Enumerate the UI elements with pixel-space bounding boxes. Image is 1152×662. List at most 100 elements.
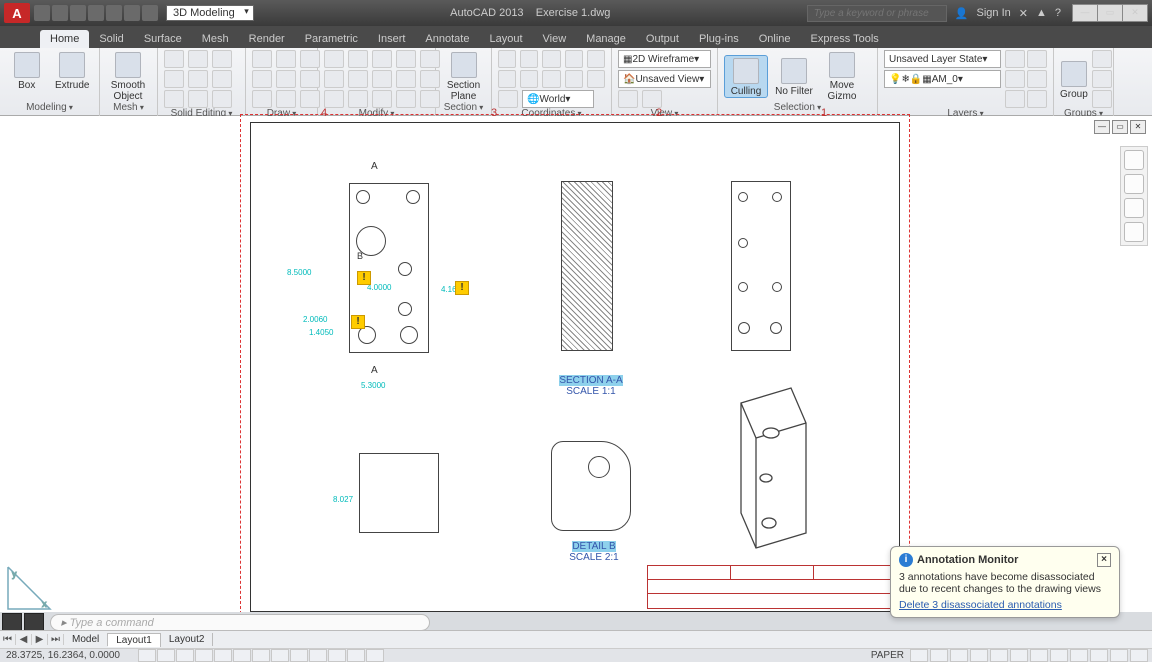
ucs-dropdown[interactable]: 🌐 World ▾: [522, 90, 594, 108]
minimize-button[interactable]: —: [1072, 4, 1098, 22]
tab-mesh[interactable]: Mesh: [192, 30, 239, 48]
warning-icon[interactable]: !: [455, 281, 469, 295]
modify-btn[interactable]: [396, 70, 416, 88]
status-btn[interactable]: [950, 649, 968, 662]
tab-first-icon[interactable]: ⏮: [0, 634, 16, 645]
tab-solid[interactable]: Solid: [89, 30, 133, 48]
status-btn[interactable]: [1050, 649, 1068, 662]
box-button[interactable]: Box: [6, 50, 48, 91]
maximize-button[interactable]: ▭: [1097, 4, 1123, 22]
am-toggle[interactable]: [366, 649, 384, 662]
status-btn[interactable]: [930, 649, 948, 662]
movegizmo-button[interactable]: Move Gizmo: [820, 50, 864, 102]
close-button[interactable]: ✕: [1122, 4, 1148, 22]
status-btn[interactable]: [970, 649, 988, 662]
group-btn[interactable]: [1092, 70, 1112, 88]
modify-btn[interactable]: [396, 50, 416, 68]
coord-btn[interactable]: [498, 90, 518, 108]
modify-btn[interactable]: [348, 50, 368, 68]
modify-btn[interactable]: [372, 70, 392, 88]
dyn-toggle[interactable]: [271, 649, 289, 662]
orbit-icon[interactable]: [1124, 198, 1144, 218]
modify-btn[interactable]: [372, 90, 392, 108]
nofilter-button[interactable]: No Filter: [772, 56, 816, 97]
status-btn[interactable]: [1110, 649, 1128, 662]
view-btn[interactable]: [618, 90, 638, 108]
drawing-area[interactable]: — ▭ ✕ 4 3 2 1 8.5000 2.0060 1.4050 5.300…: [0, 116, 1152, 618]
exchange-icon[interactable]: ✕: [1019, 7, 1028, 20]
doc-close-button[interactable]: ✕: [1130, 120, 1146, 134]
layer-btn[interactable]: [1005, 50, 1025, 68]
annotation-close-button[interactable]: ×: [1097, 553, 1111, 567]
tab-render[interactable]: Render: [239, 30, 295, 48]
osnap-toggle[interactable]: [214, 649, 232, 662]
tab-home[interactable]: Home: [40, 30, 89, 48]
tab-view[interactable]: View: [533, 30, 577, 48]
qat-save-icon[interactable]: [70, 5, 86, 21]
warning-icon[interactable]: !: [357, 271, 371, 285]
ucs-icon[interactable]: yx: [4, 563, 54, 616]
coord-btn[interactable]: [542, 50, 560, 68]
draw-btn[interactable]: [252, 90, 272, 108]
modify-btn[interactable]: [348, 70, 368, 88]
coord-btn[interactable]: [587, 70, 605, 88]
status-btn[interactable]: [1030, 649, 1048, 662]
ducs-toggle[interactable]: [252, 649, 270, 662]
layer-btn[interactable]: [1005, 70, 1025, 88]
grid-toggle[interactable]: [157, 649, 175, 662]
command-input[interactable]: ▸ Type a command: [50, 614, 430, 631]
annotation-delete-link[interactable]: Delete 3 disassociated annotations: [899, 599, 1111, 611]
layer-btn[interactable]: [1027, 90, 1047, 108]
solidedit-btn[interactable]: [188, 50, 208, 68]
tab-online[interactable]: Online: [749, 30, 801, 48]
doc-max-button[interactable]: ▭: [1112, 120, 1128, 134]
warning-icon[interactable]: !: [351, 315, 365, 329]
status-btn[interactable]: [1070, 649, 1088, 662]
solidedit-btn[interactable]: [212, 50, 232, 68]
steering-icon[interactable]: [1124, 222, 1144, 242]
draw-btn[interactable]: [300, 90, 320, 108]
tpy-toggle[interactable]: [309, 649, 327, 662]
status-btn[interactable]: [1090, 649, 1108, 662]
status-btn[interactable]: [990, 649, 1008, 662]
search-input[interactable]: [807, 5, 947, 22]
draw-btn[interactable]: [300, 50, 320, 68]
namedview-dropdown[interactable]: 🏠 Unsaved View ▾: [618, 70, 711, 88]
tab-last-icon[interactable]: ⏭: [48, 634, 64, 645]
tab-layout[interactable]: Layout: [479, 30, 532, 48]
solidedit-btn[interactable]: [188, 90, 208, 108]
extrude-button[interactable]: Extrude: [52, 50, 94, 91]
tab-layout1[interactable]: Layout1: [108, 633, 161, 647]
coord-btn[interactable]: [565, 70, 583, 88]
tab-surface[interactable]: Surface: [134, 30, 192, 48]
tab-manage[interactable]: Manage: [576, 30, 636, 48]
sc-toggle[interactable]: [347, 649, 365, 662]
coord-btn[interactable]: [498, 50, 516, 68]
tab-layout2[interactable]: Layout2: [161, 633, 214, 646]
draw-btn[interactable]: [300, 70, 320, 88]
qat-open-icon[interactable]: [52, 5, 68, 21]
tab-expresstools[interactable]: Express Tools: [801, 30, 889, 48]
qat-saveas-icon[interactable]: [88, 5, 104, 21]
qat-redo-icon[interactable]: [142, 5, 158, 21]
tab-prev-icon[interactable]: ◀: [16, 634, 32, 645]
modify-btn[interactable]: [348, 90, 368, 108]
doc-min-button[interactable]: —: [1094, 120, 1110, 134]
snap-toggle[interactable]: [138, 649, 156, 662]
coord-btn[interactable]: [520, 50, 538, 68]
signin-link[interactable]: Sign In: [977, 7, 1011, 19]
tab-model[interactable]: Model: [64, 633, 108, 646]
cloud-icon[interactable]: ▲: [1036, 7, 1047, 19]
layer-btn[interactable]: [1027, 50, 1047, 68]
status-btn[interactable]: [1130, 649, 1148, 662]
coord-btn[interactable]: [498, 70, 516, 88]
coord-btn[interactable]: [565, 50, 583, 68]
solidedit-btn[interactable]: [164, 90, 184, 108]
solidedit-btn[interactable]: [164, 50, 184, 68]
app-logo[interactable]: A: [4, 3, 30, 23]
qp-toggle[interactable]: [328, 649, 346, 662]
modify-btn[interactable]: [324, 70, 344, 88]
draw-btn[interactable]: [276, 70, 296, 88]
solidedit-btn[interactable]: [164, 70, 184, 88]
view-btn[interactable]: [642, 90, 662, 108]
